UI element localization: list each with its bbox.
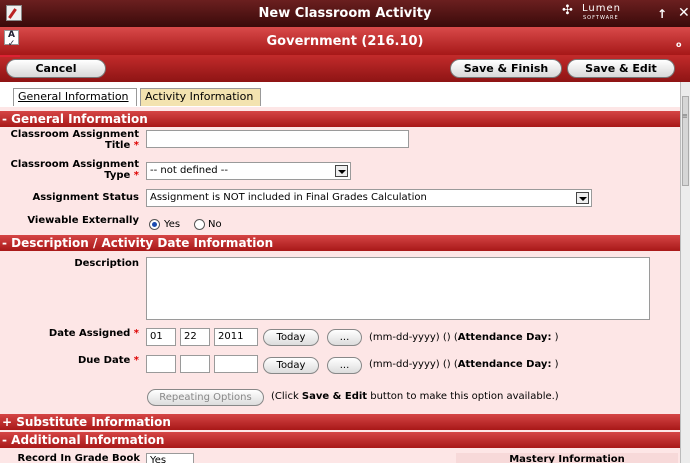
window-titlebar: New Classroom Activity ✣ Lumen SOFTWARE … bbox=[0, 0, 690, 27]
cancel-button[interactable]: Cancel bbox=[6, 59, 106, 78]
due-date-month[interactable] bbox=[146, 355, 176, 373]
status-select-value: Assignment is NOT included in Final Grad… bbox=[150, 192, 427, 203]
mastery-information-heading: Mastery Information bbox=[456, 453, 678, 463]
close-icon[interactable]: ✕ bbox=[678, 5, 690, 21]
format-hint: (mm-dd-yyyy) () ( bbox=[369, 332, 458, 343]
type-label: Classroom Assignment Type * bbox=[4, 159, 139, 181]
repeat-hint-pre: (Click bbox=[271, 391, 302, 402]
page-title: Government (216.10) bbox=[266, 34, 424, 49]
attendance-label: Attendance Day: bbox=[457, 332, 552, 343]
date-assigned-today-button[interactable]: Today bbox=[263, 329, 319, 346]
date-assigned-hint: (mm-dd-yyyy) () (Attendance Day: ) bbox=[369, 332, 559, 344]
format-hint: (mm-dd-yyyy) () ( bbox=[369, 359, 458, 370]
description-label: Description bbox=[74, 258, 139, 269]
due-date-today-button[interactable]: Today bbox=[263, 357, 319, 374]
title-label-line1: Classroom Assignment bbox=[10, 129, 139, 140]
action-toolbar: Cancel Save & Finish Save & Edit bbox=[0, 55, 690, 82]
due-date-day[interactable] bbox=[180, 355, 210, 373]
scrollbar-grip-icon: ≡ bbox=[682, 112, 688, 120]
required-mark: * bbox=[133, 328, 139, 339]
section-general-information[interactable]: - General Information bbox=[0, 111, 680, 127]
chevron-down-icon bbox=[335, 165, 348, 177]
type-label-line1: Classroom Assignment bbox=[10, 159, 139, 170]
due-date-picker-button[interactable]: ... bbox=[327, 357, 362, 374]
date-assigned-text: Date Assigned bbox=[48, 328, 131, 339]
date-assigned-picker-button[interactable]: ... bbox=[327, 329, 362, 346]
repeating-options-button[interactable]: Repeating Options bbox=[147, 389, 264, 406]
type-select-value: -- not defined -- bbox=[150, 165, 228, 176]
due-date-year[interactable] bbox=[214, 355, 258, 373]
viewable-no-radio[interactable] bbox=[194, 219, 205, 230]
assignment-type-select[interactable]: -- not defined -- bbox=[146, 162, 351, 180]
logo-word: Lumen bbox=[582, 3, 621, 14]
form-content: - General Information Classroom Assignme… bbox=[0, 107, 680, 463]
chevron-down-icon bbox=[576, 192, 589, 204]
accent-line bbox=[0, 55, 20, 57]
description-textarea[interactable] bbox=[146, 257, 650, 320]
close-paren: ) bbox=[554, 359, 559, 370]
due-date-label: Due Date * bbox=[4, 355, 139, 366]
date-assigned-label: Date Assigned * bbox=[4, 328, 139, 339]
save-edit-button[interactable]: Save & Edit bbox=[567, 59, 675, 78]
repeat-hint-bold: Save & Edit bbox=[301, 391, 368, 402]
logo-mark-icon: ✣ bbox=[562, 3, 573, 18]
status-label: Assignment Status bbox=[32, 192, 139, 203]
due-date-hint: (mm-dd-yyyy) () (Attendance Day: ) bbox=[369, 359, 559, 371]
title-label: Classroom Assignment Title * bbox=[4, 129, 139, 151]
vertical-scrollbar[interactable]: ≡ bbox=[680, 82, 690, 463]
section-description[interactable]: - Description / Activity Date Informatio… bbox=[0, 235, 680, 251]
date-assigned-year[interactable]: 2011 bbox=[214, 328, 258, 346]
attendance-label: Attendance Day: bbox=[457, 359, 552, 370]
header-indicator: o bbox=[676, 40, 682, 49]
arrow-up-icon[interactable]: ↑ bbox=[657, 7, 667, 21]
logo-sub: SOFTWARE bbox=[583, 15, 619, 21]
scrollbar-thumb[interactable] bbox=[682, 96, 689, 186]
save-finish-button[interactable]: Save & Finish bbox=[450, 59, 562, 78]
close-paren: ) bbox=[554, 332, 559, 343]
section-additional[interactable]: - Additional Information bbox=[0, 432, 680, 448]
tab-general-information[interactable]: General Information bbox=[13, 88, 137, 106]
repeat-hint-post: button to make this option available.) bbox=[367, 391, 559, 402]
record-grade-book-label: Record In Grade Book bbox=[17, 453, 141, 463]
viewable-yes-label: Yes bbox=[164, 219, 181, 230]
title-label-line2: Title bbox=[105, 140, 131, 151]
repeating-hint: (Click Save & Edit button to make this o… bbox=[271, 391, 559, 403]
due-date-text: Due Date bbox=[77, 355, 131, 366]
viewable-no-label: No bbox=[208, 219, 222, 230]
date-assigned-month[interactable]: 01 bbox=[146, 328, 176, 346]
section-substitute[interactable]: + Substitute Information bbox=[0, 414, 680, 430]
record-grade-book-select[interactable]: Yes bbox=[146, 453, 194, 463]
required-mark: * bbox=[133, 170, 139, 181]
viewable-yes-radio[interactable] bbox=[149, 219, 160, 230]
tab-strip: General Information Activity Information bbox=[0, 82, 680, 107]
assignment-status-select[interactable]: Assignment is NOT included in Final Grad… bbox=[146, 189, 592, 207]
viewable-label: Viewable Externally bbox=[27, 215, 139, 226]
tab-activity-information[interactable]: Activity Information bbox=[140, 88, 261, 106]
date-assigned-day[interactable]: 22 bbox=[180, 328, 210, 346]
required-mark: * bbox=[133, 140, 139, 151]
required-mark: * bbox=[133, 355, 139, 366]
assignment-title-input[interactable] bbox=[146, 130, 409, 148]
page-header: A ✓ Government (216.10) o bbox=[0, 27, 690, 55]
type-label-line2: Type bbox=[104, 170, 131, 181]
